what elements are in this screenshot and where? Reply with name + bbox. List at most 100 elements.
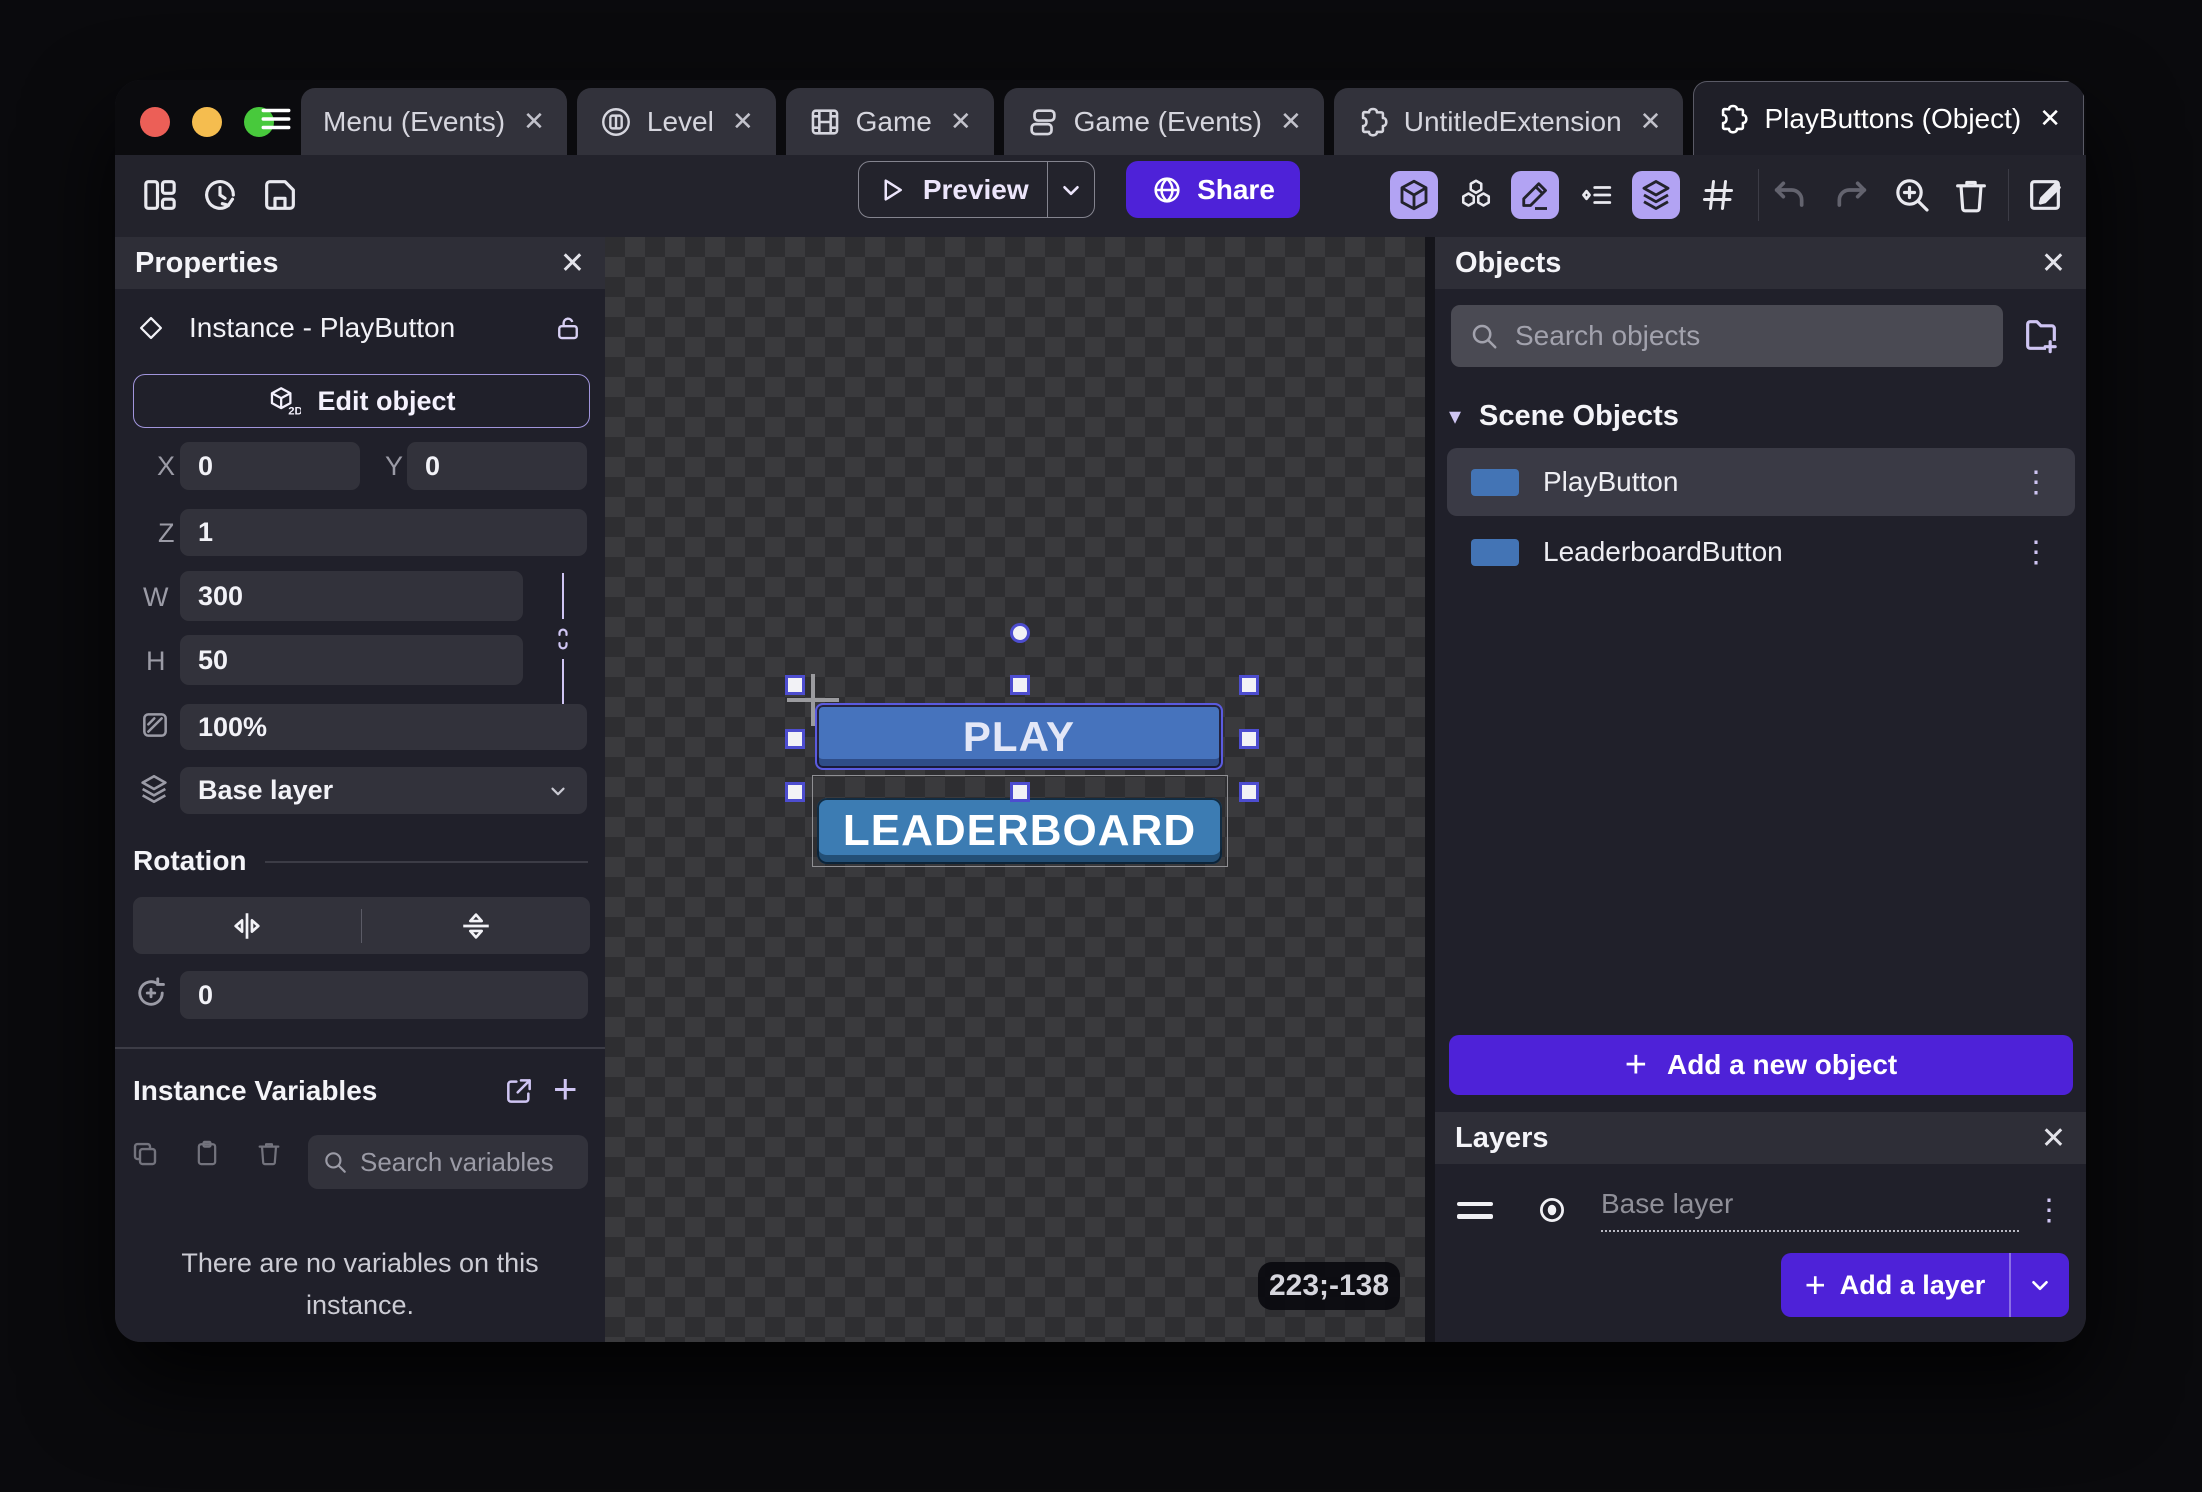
tab-label: UntitledExtension: [1404, 106, 1622, 138]
history-icon[interactable]: [200, 175, 240, 215]
drag-handle-icon[interactable]: [1457, 1202, 1493, 1219]
tab-menu-events[interactable]: Menu (Events) ✕: [301, 88, 567, 155]
flip-vertical-button[interactable]: [362, 909, 590, 943]
close-icon[interactable]: ✕: [946, 106, 972, 137]
add-new-object-label: Add a new object: [1667, 1049, 1897, 1081]
resize-handle-middle-left[interactable]: [785, 729, 805, 749]
objects-search-input[interactable]: [1515, 320, 1985, 352]
resize-handle-bottom-center[interactable]: [1010, 782, 1030, 802]
toggle-instances-list-button[interactable]: [1573, 171, 1621, 219]
object-thumbnail: [1471, 539, 1519, 566]
no-variables-message: There are no variables on this instance.: [115, 1242, 605, 1326]
kebab-menu-icon[interactable]: ⋮: [2021, 535, 2051, 570]
variables-search: [308, 1135, 588, 1189]
leaderboardbutton-instance[interactable]: LEADERBOARD: [817, 798, 1222, 864]
save-icon[interactable]: [260, 175, 300, 215]
resize-handle-top-right[interactable]: [1239, 675, 1259, 695]
toggle-properties-panel-button[interactable]: [1511, 171, 1559, 219]
rotation-input[interactable]: [180, 971, 588, 1019]
add-layer-label: Add a layer: [1840, 1270, 1986, 1301]
undo-icon[interactable]: [1770, 175, 1810, 215]
height-input[interactable]: [180, 635, 523, 685]
properties-panel: Properties ✕ Instance - PlayButton Edit …: [115, 237, 605, 1342]
tab-playbuttons-object[interactable]: PlayButtons (Object) ✕: [1693, 81, 2084, 155]
project-manager-menu-icon[interactable]: [252, 102, 300, 136]
z-input[interactable]: [180, 509, 587, 556]
layer-name-field[interactable]: Base layer: [1601, 1188, 2019, 1232]
toggle-layers-panel-button[interactable]: [1632, 171, 1680, 219]
close-icon[interactable]: ✕: [1636, 106, 1662, 137]
playbutton-instance[interactable]: PLAY: [815, 703, 1223, 770]
scene-icon: [599, 105, 633, 139]
preview-options-button[interactable]: [1048, 162, 1094, 217]
scene-objects-group[interactable]: ▾ Scene Objects: [1449, 400, 1679, 433]
kebab-menu-icon[interactable]: ⋮: [2021, 465, 2051, 500]
rotation-handle[interactable]: [1010, 623, 1030, 643]
close-icon[interactable]: ✕: [1276, 106, 1302, 137]
flip-horizontal-button[interactable]: [133, 909, 361, 943]
open-variables-editor-icon[interactable]: [503, 1075, 535, 1107]
cursor-coordinates-badge: 223;-138: [1258, 1262, 1400, 1310]
add-folder-icon[interactable]: [2021, 315, 2061, 355]
preview-button[interactable]: Preview: [859, 162, 1047, 217]
close-icon[interactable]: ✕: [519, 106, 545, 137]
layer-select[interactable]: Base layer: [180, 767, 587, 814]
resize-handle-top-center[interactable]: [1010, 675, 1030, 695]
link-dimensions-icon[interactable]: [549, 625, 577, 653]
redo-icon[interactable]: [1831, 175, 1871, 215]
toggle-render-view-button[interactable]: [1390, 171, 1438, 219]
close-window-button[interactable]: [140, 107, 170, 137]
add-variable-icon[interactable]: +: [553, 1065, 578, 1113]
edit-properties-icon[interactable]: [2025, 175, 2065, 215]
tab-label: PlayButtons (Object): [1764, 103, 2021, 135]
layer-row-base-layer[interactable]: Base layer ⋮: [1435, 1180, 2086, 1240]
close-icon[interactable]: ✕: [728, 106, 754, 137]
close-icon[interactable]: ✕: [560, 246, 585, 281]
tab-game-events[interactable]: Game (Events) ✕: [1004, 88, 1324, 155]
panel-title: Properties: [135, 247, 278, 280]
toolbar-divider: [1758, 169, 1759, 221]
chevron-down-icon: [547, 780, 569, 802]
object-row-leaderboardbutton[interactable]: LeaderboardButton ⋮: [1447, 518, 2075, 586]
add-layer-options-button[interactable]: [2011, 1253, 2069, 1317]
scene-editor-canvas[interactable]: PLAY LEADERBOARD 223;-138: [605, 237, 1425, 1342]
add-layer-button[interactable]: + Add a layer: [1781, 1253, 2009, 1317]
close-icon[interactable]: ✕: [2041, 246, 2066, 281]
layer-visibility-radio-icon[interactable]: [1537, 1195, 1567, 1225]
close-icon[interactable]: ✕: [2035, 103, 2061, 134]
close-icon[interactable]: ✕: [2041, 1121, 2066, 1156]
toggle-objects-panel-button[interactable]: [1452, 171, 1500, 219]
resize-handle-top-left[interactable]: [785, 675, 805, 695]
variables-search-input[interactable]: [360, 1147, 574, 1178]
unlock-icon[interactable]: [553, 313, 583, 343]
project-manager-icon[interactable]: [140, 175, 180, 215]
width-input[interactable]: [180, 571, 523, 621]
resize-handle-bottom-left[interactable]: [785, 782, 805, 802]
panel-title: Layers: [1455, 1122, 1549, 1155]
object-row-playbutton[interactable]: PlayButton ⋮: [1447, 448, 2075, 516]
resize-handle-middle-right[interactable]: [1239, 729, 1259, 749]
instance-diamond-icon: [137, 314, 165, 342]
tab-untitled-extension[interactable]: UntitledExtension ✕: [1334, 88, 1684, 155]
rotation-icon: [133, 975, 169, 1011]
tab-game[interactable]: Game ✕: [786, 88, 994, 155]
paste-icon[interactable]: [193, 1139, 221, 1167]
y-input[interactable]: [407, 442, 587, 490]
kebab-menu-icon[interactable]: ⋮: [2034, 1193, 2064, 1228]
preview-label: Preview: [923, 174, 1029, 206]
share-button[interactable]: Share: [1126, 161, 1300, 218]
collapse-triangle-icon[interactable]: ▾: [1449, 402, 1461, 431]
edit-object-button[interactable]: Edit object: [133, 374, 590, 428]
w-label: W: [143, 582, 168, 613]
resize-handle-bottom-right[interactable]: [1239, 782, 1259, 802]
trash-icon[interactable]: [1951, 175, 1991, 215]
add-new-object-button[interactable]: + Add a new object: [1449, 1035, 2073, 1095]
tab-level[interactable]: Level ✕: [577, 88, 776, 155]
copy-icon[interactable]: [130, 1139, 160, 1169]
toggle-grid-button[interactable]: [1694, 171, 1742, 219]
zoom-in-icon[interactable]: [1892, 175, 1932, 215]
delete-variable-icon[interactable]: [255, 1139, 283, 1167]
minimize-window-button[interactable]: [192, 107, 222, 137]
x-input[interactable]: [180, 442, 360, 490]
opacity-input[interactable]: [180, 704, 587, 750]
